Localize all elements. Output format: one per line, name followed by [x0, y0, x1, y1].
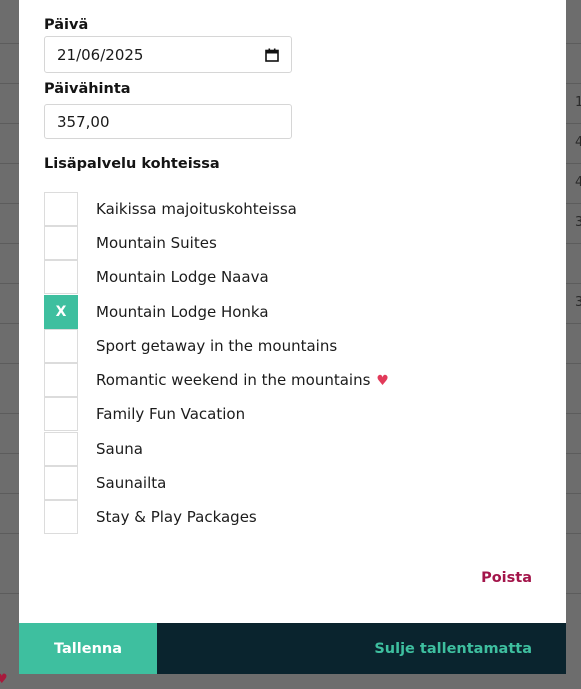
- service-label: Family Fun Vacation: [96, 405, 246, 423]
- price-label: Päivähinta: [44, 81, 131, 97]
- service-checkbox[interactable]: [44, 226, 78, 260]
- service-checkbox[interactable]: [44, 500, 78, 534]
- service-option[interactable]: Mountain Suites: [44, 226, 524, 260]
- service-checkbox[interactable]: [44, 260, 78, 294]
- service-label: Stay & Play Packages: [96, 508, 257, 526]
- service-checkbox[interactable]: [44, 363, 78, 397]
- service-label: Saunailta: [96, 474, 167, 492]
- service-label: Sauna: [96, 440, 143, 458]
- bg-cell-value: 4: [575, 135, 581, 150]
- service-option[interactable]: Mountain Lodge Naava: [44, 260, 524, 294]
- service-checkbox[interactable]: [44, 466, 78, 500]
- service-option[interactable]: Sport getaway in the mountains: [44, 329, 524, 363]
- service-label-text: Romantic weekend in the mountains: [96, 371, 371, 389]
- service-option[interactable]: Sauna: [44, 432, 524, 466]
- date-input[interactable]: 21/06/2025: [44, 36, 292, 73]
- edit-day-price-modal: Päivä 21/06/2025 Päivähinta 357,00 Lisäp…: [19, 0, 566, 674]
- service-option[interactable]: Romantic weekend in the mountains ♥: [44, 363, 524, 397]
- price-input[interactable]: 357,00: [44, 104, 292, 139]
- service-checkbox-checked[interactable]: X: [44, 295, 78, 329]
- bg-heart-icon: ♥: [0, 672, 8, 687]
- modal-footer: Tallenna Sulje tallentamatta: [19, 623, 566, 674]
- service-checkbox[interactable]: [44, 192, 78, 226]
- heart-icon: ♥: [376, 373, 389, 389]
- service-label: Sport getaway in the mountains: [96, 337, 338, 355]
- service-label: Mountain Lodge Honka: [96, 303, 269, 321]
- services-label: Lisäpalvelu kohteissa: [44, 156, 220, 172]
- date-value: 21/06/2025: [57, 45, 144, 64]
- calendar-icon[interactable]: [265, 48, 279, 62]
- service-option[interactable]: Kaikissa majoituskohteissa: [44, 192, 524, 226]
- price-value: 357,00: [57, 112, 110, 131]
- bg-cell-value: 4: [575, 175, 581, 190]
- bg-cell-value: 3: [575, 295, 581, 310]
- service-option[interactable]: Saunailta: [44, 466, 524, 500]
- service-option[interactable]: Stay & Play Packages: [44, 500, 524, 534]
- save-button[interactable]: Tallenna: [19, 623, 157, 674]
- service-checkbox[interactable]: [44, 432, 78, 466]
- service-label: Mountain Lodge Naava: [96, 268, 269, 286]
- service-label: Kaikissa majoituskohteissa: [96, 200, 297, 218]
- service-option[interactable]: Family Fun Vacation: [44, 397, 524, 431]
- service-label: Mountain Suites: [96, 234, 217, 252]
- service-checkbox[interactable]: [44, 397, 78, 431]
- service-option[interactable]: X Mountain Lodge Honka: [44, 295, 524, 329]
- close-without-saving-button[interactable]: Sulje tallentamatta: [157, 623, 566, 674]
- date-label: Päivä: [44, 17, 89, 33]
- bg-cell-value: 1: [575, 95, 581, 110]
- service-label: Romantic weekend in the mountains ♥: [96, 371, 389, 389]
- bg-cell-value: 3: [575, 215, 581, 230]
- delete-button[interactable]: Poista: [481, 570, 532, 586]
- service-checkbox[interactable]: [44, 329, 78, 363]
